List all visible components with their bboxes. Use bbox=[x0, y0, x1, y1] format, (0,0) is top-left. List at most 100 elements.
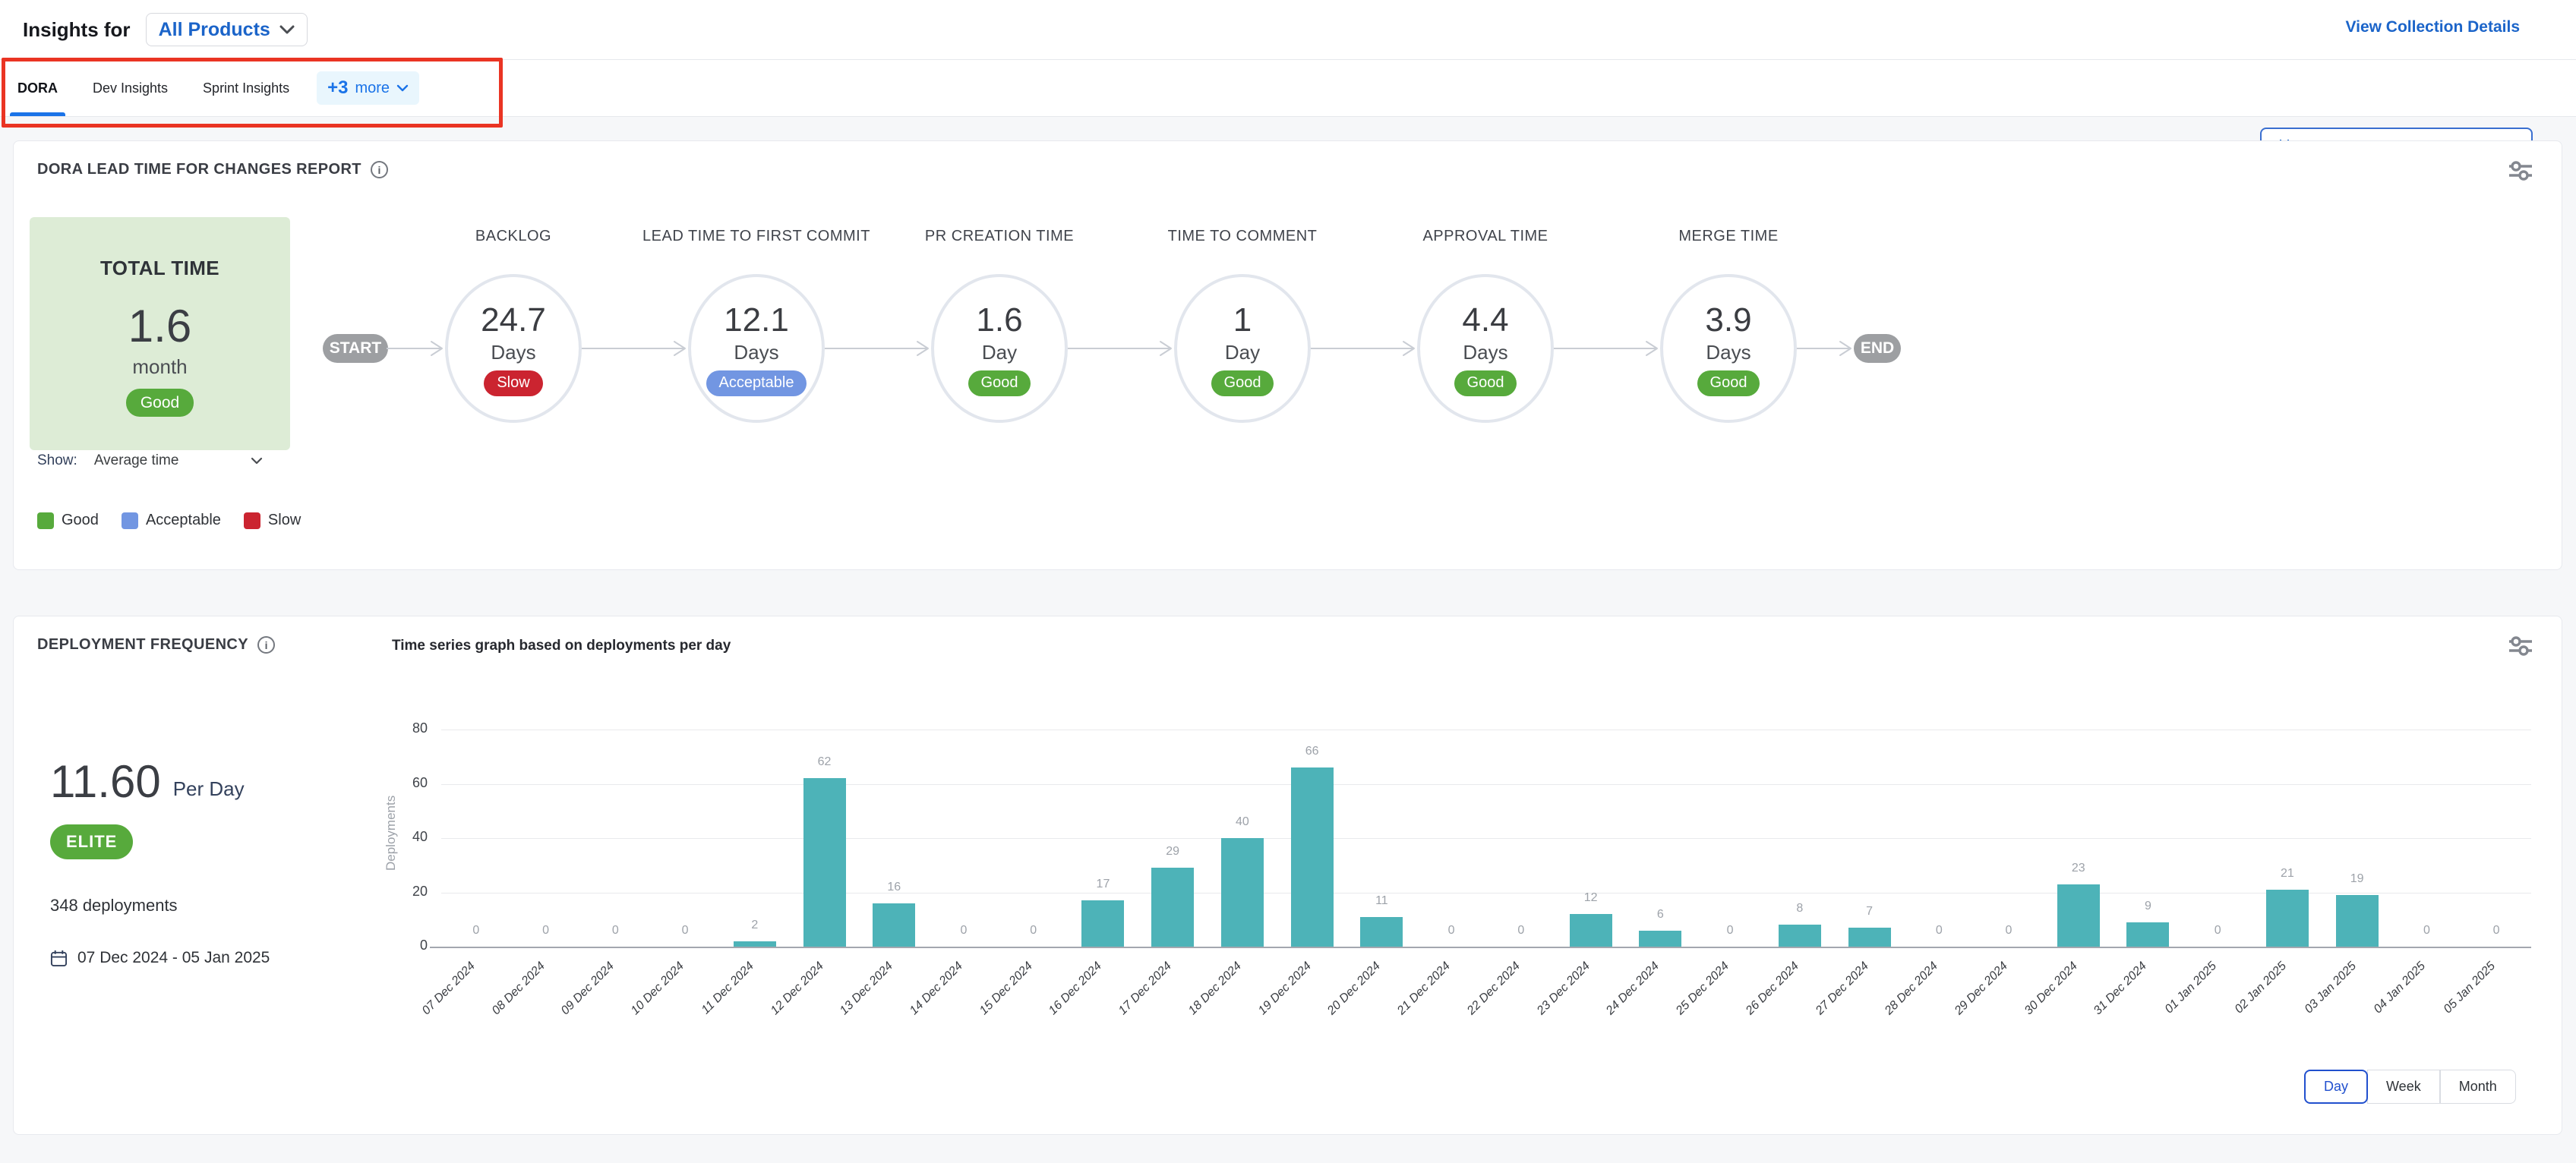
bar-value-label: 11 bbox=[1347, 894, 1416, 908]
page-title: Insights for bbox=[23, 18, 131, 42]
bar-value-label: 0 bbox=[512, 924, 580, 938]
y-axis-tick: 60 bbox=[371, 775, 428, 791]
more-tabs-dropdown[interactable]: +3more bbox=[317, 71, 419, 105]
lead-time-report-card: DORA LEAD TIME FOR CHANGES REPORT i TOTA… bbox=[13, 140, 2562, 570]
bar-value-label: 0 bbox=[1696, 924, 1764, 938]
flow-arrow bbox=[825, 339, 931, 358]
stage-name: PR CREATION TIME bbox=[878, 225, 1121, 247]
legend-label: Slow bbox=[268, 512, 301, 529]
bar-24-dec-2024 bbox=[1639, 931, 1681, 947]
stage-unit: Day bbox=[1225, 341, 1260, 364]
gridline bbox=[441, 784, 2531, 785]
stage-circle-backlog: 24.7DaysSlow bbox=[445, 274, 582, 423]
bar-value-label: 0 bbox=[1905, 924, 1973, 938]
stage-circle-pr-creation-time: 1.6DayGood bbox=[931, 274, 1068, 423]
bar-value-label: 0 bbox=[1975, 924, 2043, 938]
y-axis-tick: 80 bbox=[371, 720, 428, 736]
stage-circle-time-to-comment: 1DayGood bbox=[1174, 274, 1311, 423]
stage-rating-badge: Good bbox=[1697, 370, 1760, 396]
legend-swatch bbox=[122, 512, 138, 529]
bar-value-label: 62 bbox=[791, 755, 859, 769]
bar-17-dec-2024 bbox=[1151, 868, 1194, 947]
tab-label: Sprint Insights bbox=[203, 80, 289, 96]
info-icon[interactable]: i bbox=[257, 636, 275, 654]
chevron-down-icon bbox=[279, 25, 295, 34]
stage-circle-merge-time: 3.9DaysGood bbox=[1660, 274, 1797, 423]
chart-settings-sliders-icon[interactable] bbox=[2507, 635, 2534, 661]
stage-rating-badge: Acceptable bbox=[706, 370, 807, 396]
stage-unit: Days bbox=[491, 341, 535, 364]
bar-value-label: 8 bbox=[1766, 902, 1834, 916]
bar-value-label: 0 bbox=[442, 924, 510, 938]
tab-dev-insights[interactable]: Dev Insights bbox=[85, 60, 175, 116]
stage-value: 24.7 bbox=[481, 301, 546, 339]
legend-item-slow: Slow bbox=[244, 512, 301, 529]
toggle-week[interactable]: Week bbox=[2367, 1070, 2440, 1104]
flow-arrow bbox=[582, 339, 688, 358]
stage-value: 4.4 bbox=[1462, 301, 1508, 339]
bar-26-dec-2024 bbox=[1779, 925, 1821, 947]
bar-value-label: 12 bbox=[1557, 891, 1625, 905]
bar-value-label: 2 bbox=[721, 919, 789, 932]
flow-arrow bbox=[1311, 339, 1417, 358]
bar-13-dec-2024 bbox=[873, 903, 915, 947]
bar-value-label: 9 bbox=[2114, 900, 2182, 913]
gridline bbox=[441, 893, 2531, 894]
deployment-chart-title: Time series graph based on deployments p… bbox=[392, 638, 731, 654]
bar-03-jan-2025 bbox=[2336, 895, 2379, 947]
bar-value-label: 66 bbox=[1278, 745, 1346, 758]
lead-time-flow: START END BACKLOG24.7DaysSlowLEAD TIME T… bbox=[14, 141, 2562, 569]
stage-value: 3.9 bbox=[1705, 301, 1751, 339]
active-tab-underline bbox=[10, 112, 65, 116]
flow-arrow bbox=[1797, 339, 1854, 358]
legend-label: Good bbox=[62, 512, 99, 529]
product-selector-dropdown[interactable]: All Products bbox=[146, 13, 308, 46]
bar-value-label: 7 bbox=[1836, 905, 1904, 919]
bar-value-label: 6 bbox=[1626, 908, 1694, 922]
bar-11-dec-2024 bbox=[734, 941, 776, 947]
bar-27-dec-2024 bbox=[1848, 928, 1891, 947]
deployment-rate-value: 11.60 bbox=[50, 755, 161, 808]
stage-unit: Days bbox=[1463, 341, 1507, 364]
flow-end-pill: END bbox=[1854, 334, 1901, 363]
bar-20-dec-2024 bbox=[1360, 917, 1403, 947]
bar-value-label: 0 bbox=[930, 924, 998, 938]
legend-swatch bbox=[37, 512, 54, 529]
deployment-date-range-value: 07 Dec 2024 - 05 Jan 2025 bbox=[77, 949, 270, 967]
legend-item-acceptable: Acceptable bbox=[122, 512, 221, 529]
bar-value-label: 29 bbox=[1138, 845, 1207, 859]
bar-31-dec-2024 bbox=[2126, 922, 2169, 947]
bar-value-label: 0 bbox=[999, 924, 1068, 938]
toggle-month[interactable]: Month bbox=[2440, 1070, 2516, 1104]
bar-30-dec-2024 bbox=[2057, 884, 2100, 947]
flow-arrow bbox=[387, 339, 445, 358]
view-collection-details-link[interactable]: View Collection Details bbox=[2345, 18, 2520, 36]
bar-23-dec-2024 bbox=[1570, 914, 1612, 947]
bar-16-dec-2024 bbox=[1081, 900, 1124, 947]
bar-value-label: 17 bbox=[1069, 878, 1137, 891]
show-metric-dropdown[interactable]: Show: Average time bbox=[37, 452, 263, 469]
stage-value: 1.6 bbox=[976, 301, 1022, 339]
stage-rating-badge: Good bbox=[968, 370, 1031, 396]
tab-sprint-insights[interactable]: Sprint Insights bbox=[195, 60, 297, 116]
stage-name: TIME TO COMMENT bbox=[1121, 225, 1364, 247]
tab-list: DORA Dev Insights Sprint Insights +3more bbox=[10, 60, 419, 116]
stage-value: 1 bbox=[1233, 301, 1252, 339]
bar-value-label: 19 bbox=[2323, 872, 2391, 886]
bar-02-jan-2025 bbox=[2266, 890, 2309, 947]
toggle-day[interactable]: Day bbox=[2304, 1070, 2368, 1104]
granularity-toggle: DayWeekMonth bbox=[2304, 1070, 2516, 1104]
bar-12-dec-2024 bbox=[803, 778, 846, 947]
tab-label: Dev Insights bbox=[93, 80, 168, 96]
flow-start-pill: START bbox=[323, 334, 388, 363]
deployment-frequency-card: DEPLOYMENT FREQUENCY i Time series graph… bbox=[13, 616, 2562, 1135]
flow-arrow bbox=[1068, 339, 1174, 358]
chevron-down-icon bbox=[251, 457, 263, 465]
chevron-down-icon bbox=[396, 84, 409, 92]
bar-19-dec-2024 bbox=[1291, 767, 1334, 947]
bar-value-label: 0 bbox=[651, 924, 719, 938]
legend-item-good: Good bbox=[37, 512, 99, 529]
stage-rating-badge: Good bbox=[1454, 370, 1517, 396]
deployment-frequency-title: DEPLOYMENT FREQUENCY bbox=[37, 636, 248, 654]
tab-dora[interactable]: DORA bbox=[10, 60, 65, 116]
